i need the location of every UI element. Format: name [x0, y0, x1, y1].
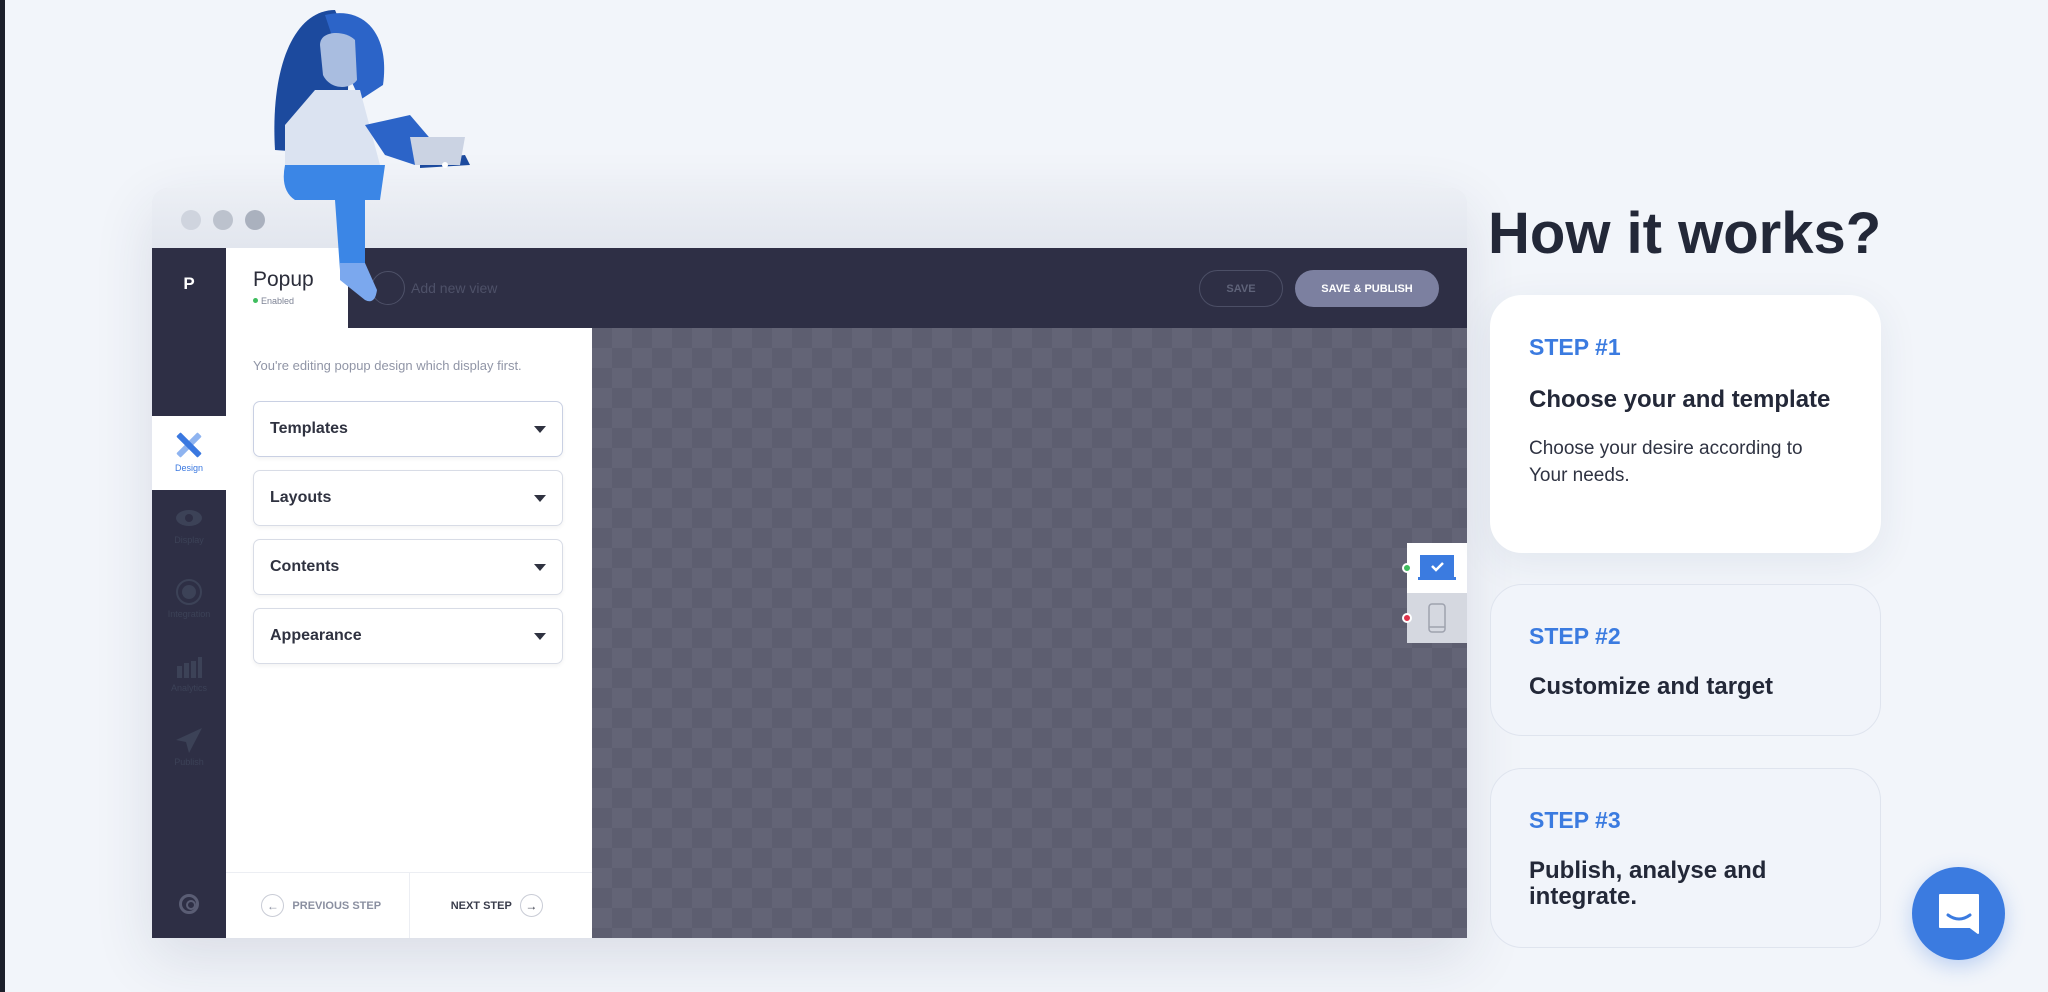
save-publish-button[interactable]: SAVE & PUBLISH — [1295, 270, 1439, 307]
panel-footer: ← PREVIOUS STEP NEXT STEP → — [226, 872, 592, 938]
step-card-1[interactable]: STEP #1 Choose your and template Choose … — [1490, 295, 1881, 553]
mobile-view-button[interactable] — [1402, 593, 1467, 643]
step-number: STEP #3 — [1529, 807, 1621, 833]
sidebar-label: Design — [174, 463, 203, 473]
design-icon — [176, 432, 202, 458]
sidebar-label: Integration — [167, 609, 211, 619]
left-edge-bar — [0, 0, 5, 992]
integration-icon — [176, 579, 202, 605]
save-button[interactable]: SAVE — [1199, 270, 1283, 307]
arrow-left-icon: ← — [261, 894, 285, 917]
sidebar-item-integration[interactable]: Integration — [152, 564, 226, 638]
accordion-contents[interactable]: Contents — [253, 539, 563, 595]
next-step-button[interactable]: NEXT STEP → — [410, 873, 593, 938]
next-step-label: NEXT STEP — [450, 899, 512, 912]
accordion-label: Templates — [270, 420, 348, 437]
sidebar-item-analytics[interactable]: Analytics — [152, 638, 226, 712]
chat-icon — [1938, 893, 1979, 934]
window-dot — [213, 210, 233, 230]
accordion-label: Appearance — [270, 627, 362, 644]
paper-plane-icon — [176, 728, 202, 753]
accordion-layouts[interactable]: Layouts — [253, 470, 563, 526]
previous-step-label: PREVIOUS STEP — [292, 899, 382, 912]
accordion-templates[interactable]: Templates — [253, 401, 563, 457]
woman-with-laptop-illustration — [274, 10, 470, 302]
accordion-label: Layouts — [270, 489, 332, 506]
status-dot-icon — [253, 298, 258, 303]
sidebar-label: Display — [174, 535, 204, 545]
footer-logo-icon — [179, 894, 199, 914]
sidebar-item-design[interactable]: Design — [152, 416, 226, 490]
sidebar-item-display[interactable]: Display — [152, 490, 226, 564]
sidebar-item-publish[interactable]: Publish — [152, 712, 226, 786]
window-dot — [245, 210, 265, 230]
arrow-right-icon: → — [519, 894, 543, 917]
app-logo: P — [183, 274, 195, 293]
step-title: Publish, analyse and integrate. — [1529, 857, 1767, 910]
preview-canvas — [592, 328, 1467, 938]
step-card-2[interactable]: STEP #2 Customize and target — [1490, 584, 1881, 736]
step-title: Choose your and template — [1529, 386, 1831, 413]
status-dot-icon — [1402, 613, 1412, 623]
laptop-check-icon — [1418, 555, 1456, 580]
accordion-appearance[interactable]: Appearance — [253, 608, 563, 664]
accordion-label: Contents — [270, 558, 340, 575]
chat-launcher-button[interactable] — [1912, 867, 2005, 960]
panel-hint: You're editing popup design which displa… — [253, 358, 522, 373]
eye-icon — [176, 510, 202, 526]
step-number: STEP #2 — [1529, 623, 1621, 649]
window-dot — [181, 210, 201, 230]
previous-step-button[interactable]: ← PREVIOUS STEP — [226, 873, 410, 938]
device-switcher — [1402, 543, 1467, 643]
status-dot-icon — [1402, 563, 1412, 573]
sidebar-label: Publish — [174, 757, 204, 767]
caret-down-icon — [534, 563, 546, 571]
caret-down-icon — [534, 632, 546, 640]
step-description: Choose your desire according to Your nee… — [1529, 438, 1803, 486]
step-card-3[interactable]: STEP #3 Publish, analyse and integrate. — [1490, 768, 1881, 948]
step-number: STEP #1 — [1529, 334, 1621, 360]
page-title: How it works? — [1488, 201, 1882, 266]
step-title: Customize and target — [1529, 673, 1774, 700]
design-panel: You're editing popup design which displa… — [226, 328, 592, 938]
sidebar: P Design Display Integration Analytics P… — [152, 248, 226, 938]
caret-down-icon — [534, 425, 546, 433]
caret-down-icon — [534, 494, 546, 502]
sidebar-label: Analytics — [170, 683, 207, 693]
phone-icon — [1428, 603, 1446, 633]
analytics-icon — [177, 657, 202, 678]
desktop-view-button[interactable] — [1402, 543, 1467, 593]
